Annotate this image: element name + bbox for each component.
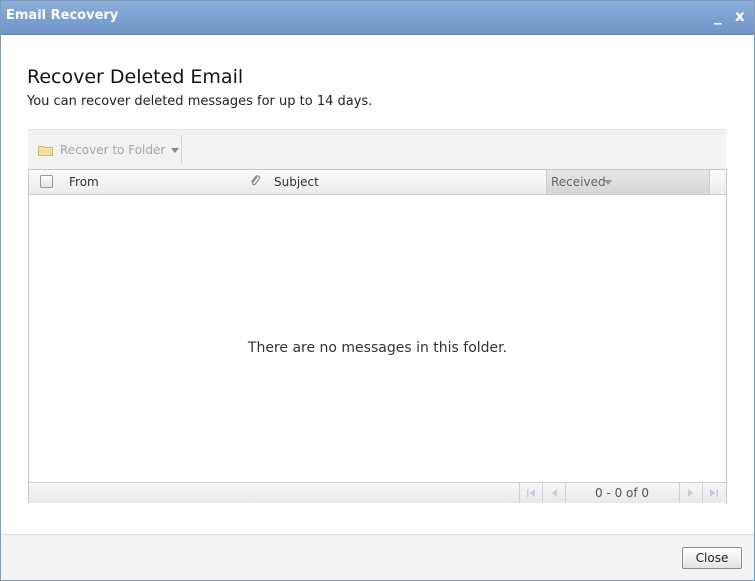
pagination-info: 0 - 0 of 0	[594, 486, 650, 500]
empty-state-message: There are no messages in this folder.	[247, 340, 508, 356]
dialog-titlebar[interactable]: Email Recovery _ x	[1, 1, 754, 35]
page-subtitle: You can recover deleted messages for up …	[27, 94, 373, 109]
pagination-bar: 0 - 0 of 0	[29, 482, 726, 503]
column-header-received-label: Received	[551, 175, 606, 189]
close-window-button[interactable]: x	[735, 7, 745, 25]
recover-to-folder-label: Recover to Folder	[60, 143, 166, 157]
dialog-footer: Close	[1, 534, 754, 580]
previous-page-icon	[551, 489, 557, 497]
sort-descending-icon	[604, 180, 612, 185]
next-page-icon	[688, 489, 694, 497]
toolbar: Recover to Folder	[28, 129, 726, 170]
first-page-icon	[527, 489, 535, 497]
folder-icon	[38, 145, 53, 156]
minimize-button[interactable]: _	[714, 7, 722, 25]
chevron-down-icon	[171, 147, 180, 153]
first-page-button[interactable]	[519, 483, 542, 503]
recover-to-folder-button[interactable]: Recover to Folder	[38, 140, 180, 160]
select-all-checkbox[interactable]	[40, 175, 53, 188]
last-page-button[interactable]	[702, 483, 725, 503]
close-button[interactable]: Close	[682, 547, 742, 569]
dialog-title: Email Recovery	[6, 8, 119, 23]
column-header-from[interactable]: From	[69, 175, 99, 189]
last-page-icon	[710, 489, 718, 497]
email-recovery-dialog: Email Recovery _ x Recover Deleted Email…	[0, 0, 755, 581]
grid-header: From Subject Received	[29, 170, 726, 195]
paperclip-icon[interactable]	[249, 174, 261, 191]
column-header-subject[interactable]: Subject	[274, 175, 319, 189]
column-header-received[interactable]: Received	[546, 170, 710, 194]
message-grid: From Subject Received There are no messa…	[28, 169, 727, 503]
next-page-button[interactable]	[679, 483, 702, 503]
toolbar-divider	[181, 135, 182, 163]
page-title: Recover Deleted Email	[27, 66, 244, 88]
previous-page-button[interactable]	[542, 483, 566, 503]
